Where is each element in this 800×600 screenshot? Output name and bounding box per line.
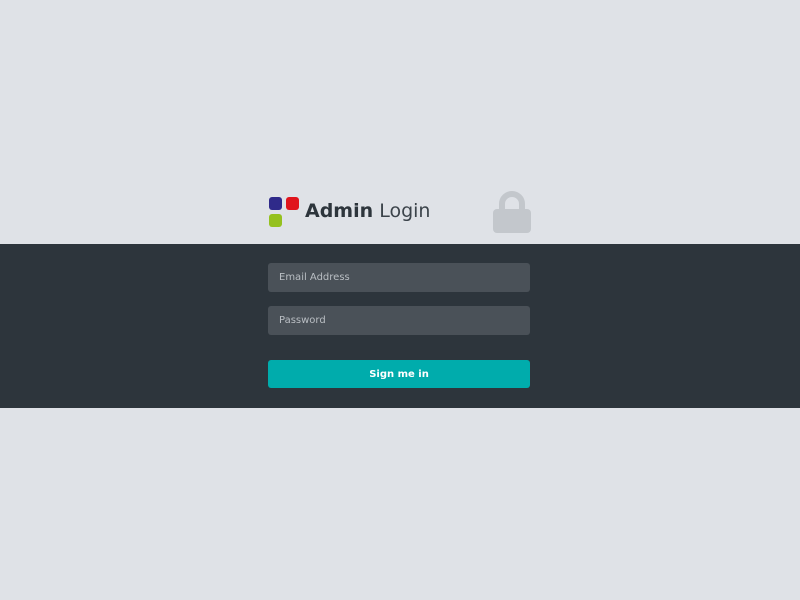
email-field[interactable]: [268, 263, 530, 292]
login-header: Admin Login: [268, 186, 532, 242]
logo-square-blue: [269, 197, 282, 210]
title-bold: Admin: [305, 200, 374, 222]
sign-in-button[interactable]: Sign me in: [268, 360, 530, 388]
login-page: Admin Login Sign me in: [0, 0, 800, 600]
logo-square-red: [286, 197, 299, 210]
password-field[interactable]: [268, 306, 530, 335]
lock-icon: [493, 191, 531, 233]
brand-logo: [269, 197, 299, 227]
title-light: Login: [379, 200, 431, 222]
logo-square-green: [269, 214, 282, 227]
page-title: Admin Login: [305, 197, 430, 225]
